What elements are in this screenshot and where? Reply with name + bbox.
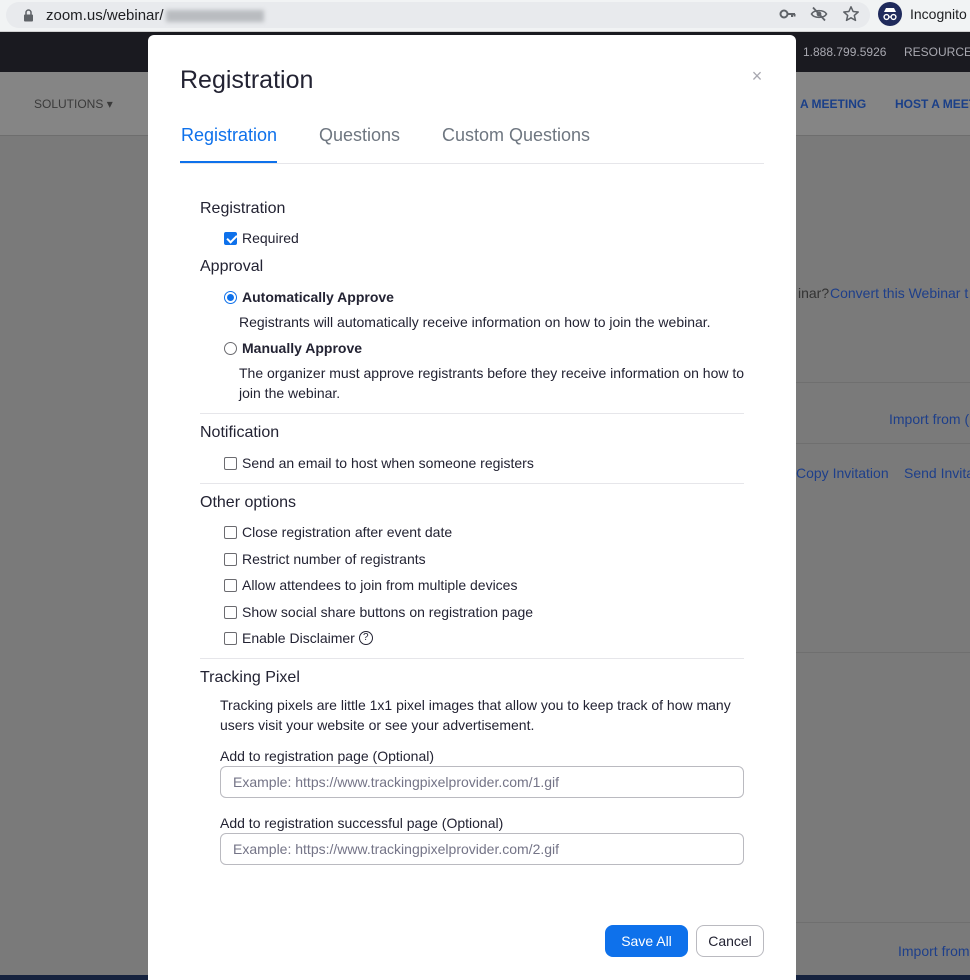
registration-page-pixel-input[interactable] xyxy=(220,766,744,798)
close-registration-label: Close registration after event date xyxy=(242,524,453,540)
restrict-registrants-label: Restrict number of registrants xyxy=(242,551,426,567)
social-share-checkbox-row[interactable]: Show social share buttons on registratio… xyxy=(224,602,533,622)
tab-custom-questions[interactable]: Custom Questions xyxy=(442,125,590,146)
manual-approve-radio[interactable] xyxy=(224,341,237,355)
auto-approve-radio[interactable] xyxy=(224,290,237,304)
restrict-registrants-checkbox[interactable] xyxy=(224,552,237,566)
lock-icon xyxy=(24,9,33,22)
email-host-checkbox-row[interactable]: Send an email to host when someone regis… xyxy=(224,453,534,473)
webinar-question-text: inar? xyxy=(798,285,830,301)
incognito-indicator[interactable]: Incognito xyxy=(876,1,970,29)
success-page-label: Add to registration successful page (Opt… xyxy=(220,815,504,831)
cancel-button[interactable]: Cancel xyxy=(696,925,764,957)
multiple-devices-label: Allow attendees to join from multiple de… xyxy=(242,577,518,593)
registration-modal: Registration × Registration Questions Cu… xyxy=(148,35,796,980)
section-divider xyxy=(200,483,744,484)
address-bar[interactable]: zoom.us/webinar/ xyxy=(6,2,870,28)
disclaimer-checkbox[interactable] xyxy=(224,631,237,645)
registration-heading: Registration xyxy=(200,200,286,217)
tracking-pixel-heading: Tracking Pixel xyxy=(200,669,300,686)
help-icon[interactable]: ? xyxy=(358,631,373,645)
email-host-label: Send an email to host when someone regis… xyxy=(242,455,534,471)
browser-toolbar: zoom.us/webinar/ Incognito xyxy=(0,0,970,32)
email-host-checkbox[interactable] xyxy=(224,456,237,470)
registration-page-label: Add to registration page (Optional) xyxy=(220,748,435,764)
approval-heading: Approval xyxy=(200,258,264,275)
multiple-devices-checkbox-row[interactable]: Allow attendees to join from multiple de… xyxy=(224,575,517,595)
key-icon[interactable] xyxy=(779,5,797,23)
disclaimer-label: Enable Disclaimer xyxy=(242,630,355,646)
bg-divider xyxy=(796,382,970,383)
section-divider xyxy=(200,658,744,659)
nav-join-meeting[interactable]: A MEETING xyxy=(800,97,866,111)
required-checkbox-row[interactable]: Required xyxy=(224,228,299,248)
tab-questions[interactable]: Questions xyxy=(319,125,400,146)
tabs-divider xyxy=(180,163,764,164)
notification-heading: Notification xyxy=(200,424,280,441)
nav-host-meeting[interactable]: HOST A MEET xyxy=(895,97,970,111)
other-options-heading: Other options xyxy=(200,494,297,511)
copy-invitation-link[interactable]: Copy Invitation xyxy=(796,465,889,481)
disclaimer-checkbox-row[interactable]: Enable Disclaimer ? xyxy=(224,628,373,648)
eye-off-icon[interactable] xyxy=(810,5,828,23)
manual-approve-radio-row[interactable]: Manually Approve xyxy=(224,338,362,358)
section-divider xyxy=(200,413,744,414)
sales-phone[interactable]: 1.888.799.5926 xyxy=(803,45,886,59)
manual-approve-description: The organizer must approve registrants b… xyxy=(239,365,745,401)
bg-divider xyxy=(796,922,970,923)
manual-approve-label: Manually Approve xyxy=(242,340,363,356)
tab-registration[interactable]: Registration xyxy=(181,125,277,146)
bg-divider xyxy=(796,443,970,444)
bg-divider xyxy=(796,652,970,653)
url-text: zoom.us/webinar/ xyxy=(46,7,264,24)
tracking-pixel-description: Tracking pixels are little 1x1 pixel ima… xyxy=(220,697,731,733)
modal-title: Registration xyxy=(180,66,314,94)
required-label: Required xyxy=(242,230,299,246)
import-link[interactable]: Import from xyxy=(898,943,970,959)
nav-solutions[interactable]: SOLUTIONS ▾ xyxy=(34,97,113,111)
url-redacted xyxy=(165,10,264,23)
required-checkbox[interactable] xyxy=(224,231,237,245)
close-registration-checkbox[interactable] xyxy=(224,525,237,539)
send-invitation-link[interactable]: Send Invita xyxy=(904,465,970,481)
incognito-icon xyxy=(878,2,902,26)
incognito-label: Incognito xyxy=(910,6,967,22)
import-link[interactable]: Import from ( xyxy=(889,411,969,427)
save-all-button[interactable]: Save All xyxy=(605,925,688,957)
social-share-label: Show social share buttons on registratio… xyxy=(242,604,534,620)
close-registration-checkbox-row[interactable]: Close registration after event date xyxy=(224,522,452,542)
convert-webinar-link[interactable]: Convert this Webinar t xyxy=(830,285,968,301)
multiple-devices-checkbox[interactable] xyxy=(224,578,237,592)
active-tab-indicator xyxy=(180,161,277,163)
success-page-pixel-input[interactable] xyxy=(220,833,744,865)
auto-approve-radio-row[interactable]: Automatically Approve xyxy=(224,287,394,307)
social-share-checkbox[interactable] xyxy=(224,605,237,619)
resources-link[interactable]: RESOURCES xyxy=(904,45,970,59)
star-icon[interactable] xyxy=(842,5,860,23)
restrict-registrants-checkbox-row[interactable]: Restrict number of registrants xyxy=(224,549,426,569)
close-icon[interactable]: × xyxy=(748,67,766,85)
auto-approve-description: Registrants will automatically receive i… xyxy=(239,314,711,330)
auto-approve-label: Automatically Approve xyxy=(242,289,394,305)
